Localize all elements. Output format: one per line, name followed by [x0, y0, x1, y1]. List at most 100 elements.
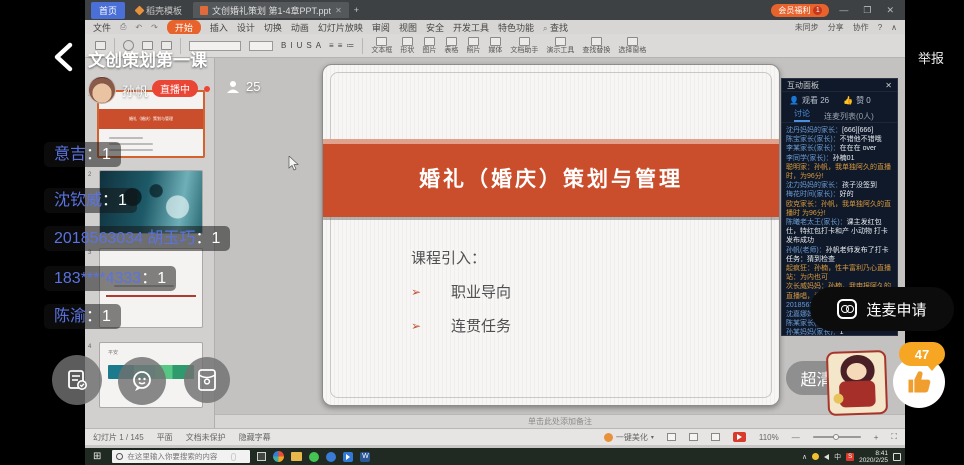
store-diamond-icon	[135, 5, 145, 15]
course-title: 文创策划第一课	[88, 46, 207, 71]
panel-message: 孙帆(老师)：孙帆老师发布了打卡任务：猜到检查	[786, 246, 893, 264]
start-button: ⊞	[89, 451, 105, 462]
sign-in-button[interactable]	[52, 355, 102, 405]
restore-button: ❐	[858, 5, 876, 16]
ime-icon: 中	[834, 452, 841, 462]
bold-icon: B	[281, 41, 286, 50]
image-icon	[424, 37, 435, 46]
ppt-file-icon	[200, 6, 208, 15]
ribbon-tab-view: 视图	[399, 21, 417, 34]
textbox-button: 文本框	[371, 37, 392, 54]
report-button[interactable]: 举报	[918, 48, 944, 67]
slide-title: 婚礼（婚庆）策划与管理	[419, 163, 683, 193]
ribbon-tab-animation: 动画	[291, 21, 309, 34]
zoom-out-button: —	[792, 433, 800, 442]
viewer-icon: 👤	[789, 96, 799, 105]
promo-badge: 会员福利 1	[771, 4, 829, 17]
photo-button: 照片	[466, 37, 480, 54]
link-icon	[837, 299, 857, 319]
chat-button[interactable]	[118, 357, 166, 405]
wps-toolbar: B I U S A ≡ ≡ ≔ 文本框 形状 图片 表格 照片 媒体 文档助手 …	[85, 34, 905, 58]
present-tools-icon	[555, 37, 566, 46]
current-slide: 婚礼（婚庆）策划与管理 课程引入： ➢ 职业导向 ➢ 连贯任务	[322, 64, 780, 406]
normal-view-icon	[667, 433, 676, 441]
danmaku-message: 意吉：1	[44, 142, 121, 167]
wps-document-tab: 文创婚礼策划 第1-4章PPT.ppt ✕	[193, 2, 349, 18]
slide-title-banner: 婚礼（婚庆）策划与管理	[323, 139, 779, 217]
panel-close-icon[interactable]: ✕	[885, 81, 892, 90]
minimize-button: —	[834, 5, 853, 15]
subtitle-toggle: 隐藏字幕	[239, 432, 271, 443]
sogou-input-icon: S	[846, 453, 854, 461]
doc-assistant-icon	[519, 37, 530, 46]
panel-message: 陈宝家长(家长)：不错他不错哦	[786, 135, 893, 144]
theme-name: 平面	[157, 432, 173, 443]
live-dot-icon	[204, 86, 210, 92]
sign-in-doc-icon	[65, 368, 89, 392]
beautify-icon	[604, 433, 613, 442]
panel-message: 聪明家：孙帆，我单独阿久的直播时，为96分!	[786, 163, 893, 181]
panel-message: 陈曦老太王(家长)：课主发红包仕，特红包打卡和产 小动物 打卡发布成功	[786, 218, 893, 246]
wps-menu-row: 文件 ⎙ ↶ ↷ 开始 插入 设计 切换 动画 幻灯片放映 审阅 视图 安全 开…	[85, 20, 905, 34]
taskbar-search	[112, 450, 250, 463]
tab-discussion[interactable]: 讨论	[794, 108, 810, 122]
chat-bubble-icon	[130, 369, 154, 393]
back-button[interactable]	[50, 42, 76, 77]
panel-message: 沈力妈妈的家长：孩子没签到	[786, 181, 893, 190]
ribbon-tab-security: 安全	[426, 21, 444, 34]
doc-assistant-button: 文档助手	[510, 37, 538, 54]
slide-body-text: 课程引入： ➢ 职业导向 ➢ 连贯任务	[411, 247, 511, 336]
ribbon-tab-home: 开始	[167, 20, 201, 35]
mic-icon	[231, 453, 236, 461]
save-icon: ⎙	[120, 22, 126, 32]
mascot-sticker	[826, 350, 888, 416]
beautify-button: 一键美化 ▾	[604, 432, 654, 443]
watch-count: 👤观看 26	[789, 95, 829, 106]
ribbon-tab-features: 特色功能	[498, 21, 534, 34]
action-center-icon	[893, 453, 901, 461]
close-button: ✕	[881, 5, 899, 16]
file-explorer-icon	[291, 452, 302, 461]
media-icon	[490, 37, 501, 46]
underline-icon: U	[297, 41, 303, 50]
panel-message: 起疯狂：孙楠，性丰富利乃心直播站：为内也可	[786, 264, 893, 282]
selection-pane-icon	[627, 37, 638, 46]
collab-button: 协作	[853, 22, 869, 33]
red-packet-button[interactable]	[184, 357, 230, 403]
present-tools-button: 演示工具	[546, 37, 574, 54]
find-replace-icon	[591, 37, 602, 46]
mic-request-button[interactable]: 连麦申请	[810, 287, 954, 331]
wps-home-tab: 首页	[91, 2, 125, 19]
fullscreen-icon: ⛶	[891, 432, 897, 442]
font-size-box	[249, 41, 273, 51]
like-count-stat: 👍赞 0	[843, 95, 871, 106]
live-class-screen: 首页 稻壳模板 文创婚礼策划 第1-4章PPT.ppt ✕ + 会员福利 1 —…	[0, 0, 964, 465]
media-button: 媒体	[488, 37, 502, 54]
danmaku-message: 183****4333：1	[44, 266, 176, 291]
thumbs-up-icon	[905, 368, 933, 396]
new-tab-button: +	[354, 5, 359, 15]
sorter-view-icon	[689, 433, 698, 441]
slide-intro: 课程引入：	[411, 247, 511, 268]
tray-expand-icon: ∧	[802, 453, 807, 461]
list-icon: ≔	[346, 41, 354, 50]
thumb-icon: 👍	[843, 96, 853, 105]
panel-message: 李某家长(家长)：在在在 over	[786, 144, 893, 153]
align-buttons: ≡ ≡ ≔	[329, 41, 354, 50]
cortana-icon	[116, 453, 123, 460]
viewer-counter: 25	[226, 79, 260, 94]
tab-mic-list[interactable]: 连麦列表(0人)	[824, 111, 874, 122]
wps-status-bar: 幻灯片 1 / 145 平面 文档未保护 隐藏字幕 一键美化 ▾ 110% — …	[85, 428, 905, 445]
ribbon-tab-devtools: 开发工具	[453, 21, 489, 34]
presenter-avatar[interactable]	[88, 76, 116, 104]
panel-message: 李同学(家长)：孙楠01	[786, 154, 893, 163]
like-count-badge: 47	[899, 342, 945, 366]
danmaku-message: 陈渝：1	[44, 304, 121, 329]
zoom-in-button: +	[874, 433, 879, 442]
browser-icon	[326, 452, 336, 462]
shapes-button: 形状	[400, 37, 414, 54]
ribbon-tab-slideshow: 幻灯片放映	[318, 21, 363, 34]
wps-tab-bar: 首页 稻壳模板 文创婚礼策划 第1-4章PPT.ppt ✕ + 会员福利 1 —…	[85, 0, 905, 20]
help-button: ?	[878, 23, 882, 32]
table-icon	[446, 37, 457, 46]
